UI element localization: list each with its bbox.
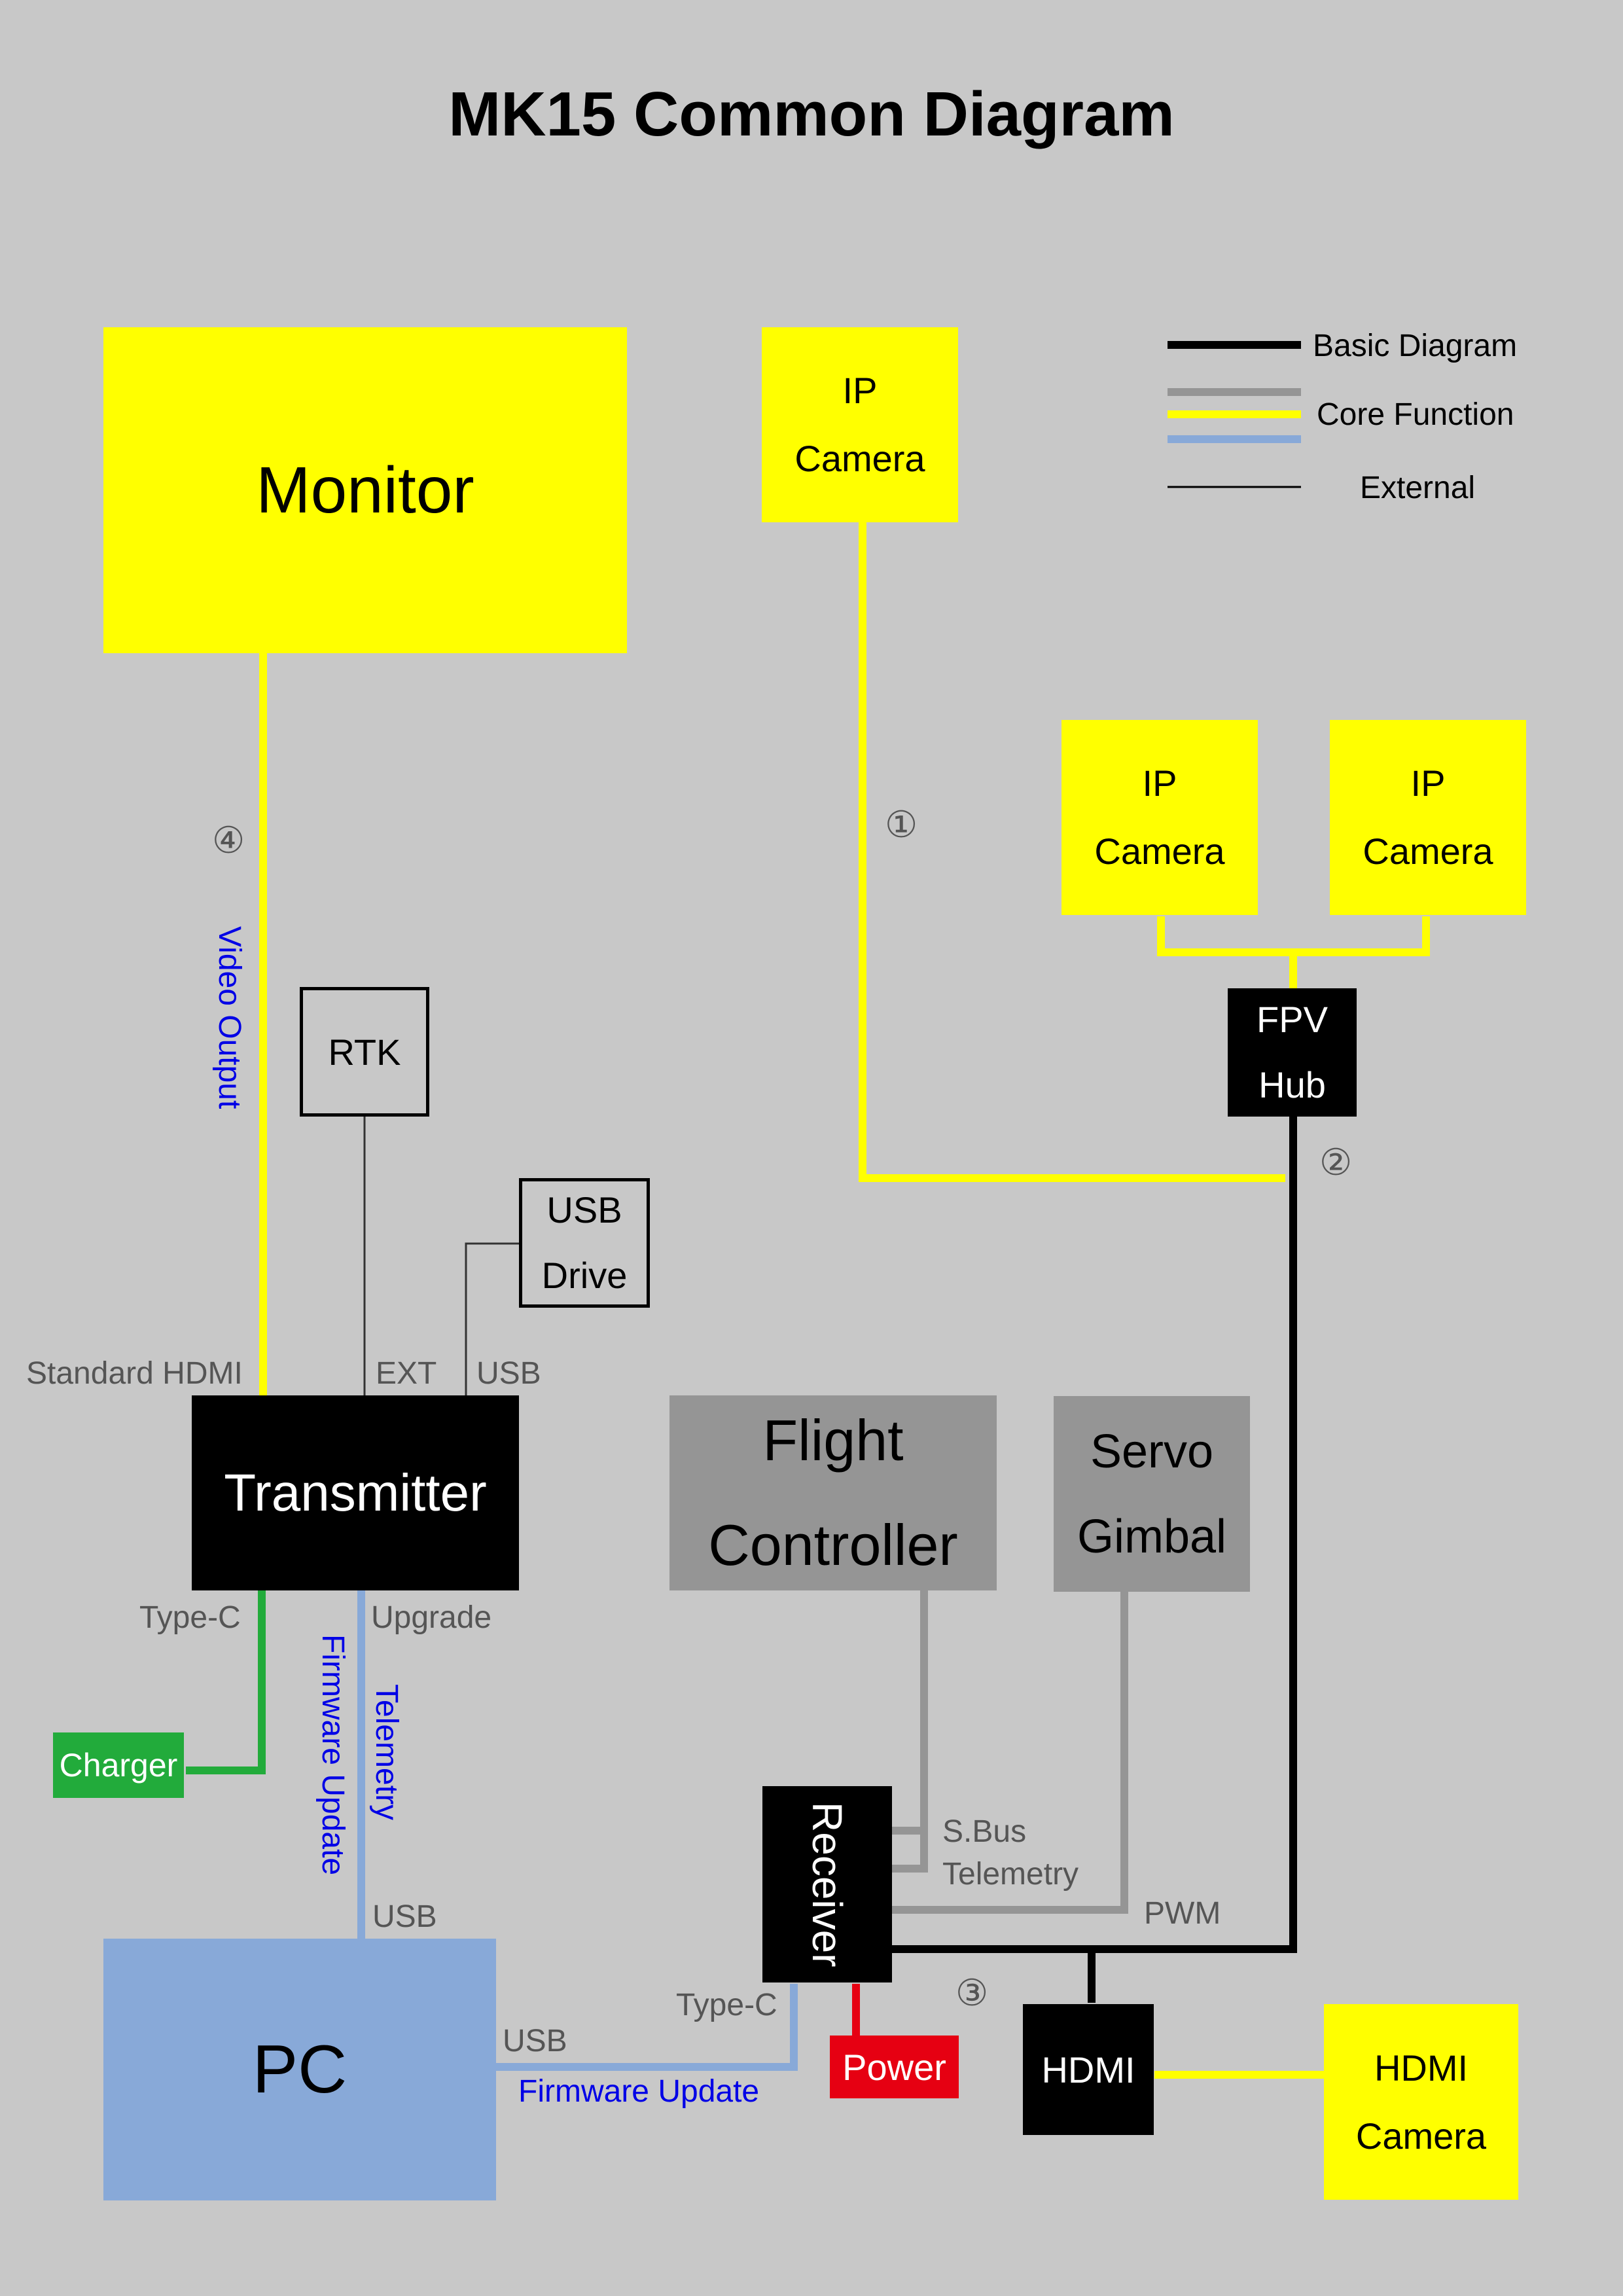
node-ip-camera-left[interactable]: IP Camera: [1061, 720, 1258, 915]
node-hdmi-camera-line1: HDMI: [1374, 2047, 1469, 2089]
node-receiver[interactable]: Receiver: [762, 1786, 892, 1982]
node-servo-gimbal-line2: Gimbal: [1077, 1510, 1227, 1563]
node-flight-controller[interactable]: Flight Controller: [669, 1395, 997, 1590]
node-ip-camera-right[interactable]: IP Camera: [1330, 720, 1526, 915]
node-monitor-label: Monitor: [256, 453, 474, 527]
link-label-video-output: Video Output: [212, 926, 247, 1109]
node-power-label: Power: [842, 2046, 946, 2088]
node-servo-gimbal-line1: Servo: [1090, 1425, 1214, 1478]
node-ip-camera-right-line2: Camera: [1363, 831, 1493, 872]
marker-1: ①: [885, 804, 918, 845]
link-label-firmware-update-horizontal: Firmware Update: [518, 2074, 760, 2109]
node-transmitter-label: Transmitter: [224, 1463, 487, 1522]
link-label-firmware-update-vertical: Firmware Update: [315, 1634, 350, 1876]
node-usb-drive-line2: Drive: [541, 1255, 628, 1296]
node-flight-controller-line2: Controller: [708, 1513, 958, 1577]
node-usb-drive[interactable]: USB Drive: [519, 1178, 650, 1308]
node-ip-camera-left-line2: Camera: [1094, 831, 1225, 872]
port-label-usb-pc-right: USB: [503, 2024, 567, 2058]
node-hdmi-camera[interactable]: HDMI Camera: [1324, 2004, 1518, 2200]
node-ip-camera-right-line1: IP: [1410, 762, 1446, 804]
port-label-pwm: PWM: [1144, 1896, 1221, 1931]
node-receiver-label: Receiver: [804, 1801, 851, 1967]
port-label-upgrade: Upgrade: [371, 1600, 492, 1635]
marker-2: ②: [1319, 1141, 1353, 1183]
link-label-telemetry-vertical: Telemetry: [369, 1684, 404, 1821]
node-fpv-hub-line2: Hub: [1258, 1064, 1326, 1105]
node-ip-camera-top-line2: Camera: [794, 438, 925, 479]
wire-ip-camera-left: [1157, 916, 1430, 956]
marker-3: ③: [955, 1972, 989, 2013]
port-label-type-c-tx: Type-C: [139, 1600, 241, 1635]
port-label-usb-pc-top: USB: [372, 1899, 437, 1934]
port-label-type-c-rx: Type-C: [676, 1988, 777, 2022]
node-charger-label: Charger: [59, 1747, 178, 1784]
node-power[interactable]: Power: [830, 2036, 959, 2098]
node-monitor[interactable]: Monitor: [103, 327, 627, 653]
node-hdmi-camera-line2: Camera: [1355, 2115, 1487, 2157]
node-pc-label: PC: [252, 2031, 348, 2108]
port-label-ext: EXT: [376, 1356, 437, 1391]
port-label-standard-hdmi: Standard HDMI: [26, 1356, 243, 1391]
node-ip-camera-left-line1: IP: [1142, 762, 1177, 804]
node-hdmi[interactable]: HDMI: [1023, 2004, 1154, 2135]
node-hdmi-label: HDMI: [1041, 2049, 1135, 2090]
node-fpv-hub-line1: FPV: [1257, 999, 1328, 1040]
port-label-telemetry-rx: Telemetry: [942, 1857, 1079, 1892]
node-usb-drive-line1: USB: [546, 1189, 622, 1230]
node-ip-camera-top-line1: IP: [842, 370, 878, 411]
node-rtk[interactable]: RTK: [300, 987, 429, 1117]
node-pc[interactable]: PC: [103, 1939, 496, 2200]
port-label-sbus: S.Bus: [942, 1814, 1027, 1849]
legend-basic-label: Basic Diagram: [1313, 329, 1518, 363]
node-rtk-label: RTK: [328, 1031, 401, 1073]
marker-4: ④: [212, 819, 245, 861]
node-transmitter[interactable]: Transmitter: [192, 1395, 519, 1590]
node-charger[interactable]: Charger: [53, 1732, 184, 1798]
legend-external-label: External: [1360, 471, 1476, 505]
node-fpv-hub[interactable]: FPV Hub: [1228, 988, 1357, 1117]
legend-core-label: Core Function: [1317, 397, 1514, 432]
node-flight-controller-line1: Flight: [762, 1408, 904, 1473]
node-servo-gimbal[interactable]: Servo Gimbal: [1054, 1396, 1250, 1592]
node-ip-camera-top[interactable]: IP Camera: [762, 327, 958, 522]
port-label-usb-tx: USB: [476, 1356, 541, 1391]
